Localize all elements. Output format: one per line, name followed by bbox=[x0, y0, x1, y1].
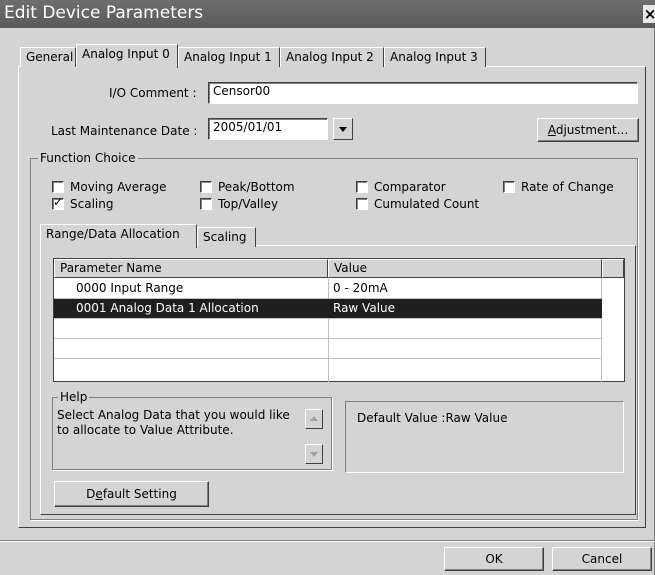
checkbox-box[interactable] bbox=[52, 181, 64, 193]
checkbox-box[interactable] bbox=[356, 181, 368, 193]
chevron-down-icon[interactable] bbox=[333, 118, 353, 140]
column-header-parameter-name[interactable]: Parameter Name bbox=[54, 259, 328, 278]
default-setting-accel: e bbox=[95, 487, 103, 501]
maintenance-date-field[interactable]: 2005/01/01 bbox=[208, 118, 328, 140]
help-label: Help bbox=[58, 390, 90, 404]
table-row[interactable] bbox=[54, 339, 602, 359]
peak-bottom-label: Peak/Bottom bbox=[218, 180, 295, 194]
scaling-label: Scaling bbox=[70, 197, 114, 211]
tab-general[interactable]: General bbox=[20, 47, 76, 67]
tab-analog-input-3[interactable]: Analog Input 3 bbox=[384, 47, 486, 67]
cancel-button[interactable]: Cancel bbox=[552, 547, 652, 571]
rate-of-change-label: Rate of Change bbox=[521, 180, 614, 194]
column-header-value[interactable]: Value bbox=[328, 259, 602, 278]
parameter-name-cell: 0000 Input Range bbox=[76, 281, 184, 295]
cumulated-count-checkbox[interactable]: Cumulated Count bbox=[356, 197, 479, 211]
adjustment-accel: A bbox=[547, 123, 556, 137]
scroll-up-icon[interactable] bbox=[305, 409, 323, 429]
comparator-label: Comparator bbox=[374, 180, 446, 194]
adjustment-label: djustment... bbox=[555, 123, 629, 137]
table-row[interactable]: 0001 Analog Data 1 Allocation Raw Value bbox=[54, 299, 602, 319]
table-row[interactable] bbox=[54, 319, 602, 339]
close-icon[interactable]: × bbox=[643, 5, 655, 23]
help-text-line-2: to allocate to Value Attribute. bbox=[57, 423, 234, 437]
checkbox-box[interactable] bbox=[200, 181, 212, 193]
edit-device-parameters-dialog: Edit Device Parameters × General Analog … bbox=[0, 0, 655, 575]
tab-analog-input-2[interactable]: Analog Input 2 bbox=[280, 47, 384, 67]
io-comment-input[interactable]: Censor00 bbox=[208, 82, 638, 104]
help-text-line-1: Select Analog Data that you would like bbox=[57, 408, 290, 422]
title-bar[interactable]: Edit Device Parameters × bbox=[0, 0, 655, 28]
checkbox-box[interactable] bbox=[503, 181, 515, 193]
tab-scaling[interactable]: Scaling bbox=[197, 227, 256, 247]
io-comment-label: I/O Comment : bbox=[109, 86, 197, 100]
rate-of-change-checkbox[interactable]: Rate of Change bbox=[503, 180, 614, 194]
checkbox-box[interactable] bbox=[356, 198, 368, 210]
tab-range-data-allocation[interactable]: Range/Data Allocation bbox=[40, 224, 197, 248]
tab-analog-input-0[interactable]: Analog Input 0 bbox=[76, 44, 178, 68]
column-header-filler bbox=[602, 259, 624, 278]
scroll-down-icon[interactable] bbox=[305, 444, 323, 464]
parameter-value-cell: Raw Value bbox=[333, 301, 396, 315]
maintenance-date-label: Last Maintenance Date : bbox=[51, 124, 198, 138]
window-title: Edit Device Parameters bbox=[4, 3, 204, 23]
peak-bottom-checkbox[interactable]: Peak/Bottom bbox=[200, 180, 295, 194]
footer-divider bbox=[0, 540, 655, 542]
scaling-checkbox[interactable]: Scaling bbox=[52, 195, 114, 211]
moving-average-label: Moving Average bbox=[70, 180, 167, 194]
parameter-grid[interactable]: Parameter Name Value 0000 Input Range 0 … bbox=[53, 258, 625, 383]
comparator-checkbox[interactable]: Comparator bbox=[356, 180, 446, 194]
adjustment-button[interactable]: Adjustment... bbox=[537, 118, 639, 142]
function-choice-label: Function Choice bbox=[38, 151, 138, 165]
top-valley-checkbox[interactable]: Top/Valley bbox=[200, 197, 278, 211]
table-row[interactable] bbox=[54, 359, 602, 379]
ok-button[interactable]: OK bbox=[444, 547, 544, 571]
parameter-name-cell: 0001 Analog Data 1 Allocation bbox=[76, 301, 259, 315]
default-setting-button[interactable]: Default Setting bbox=[54, 481, 209, 507]
check-icon[interactable] bbox=[52, 195, 64, 210]
default-setting-label: fault Setting bbox=[102, 487, 177, 501]
table-row[interactable]: 0000 Input Range 0 - 20mA bbox=[54, 279, 602, 299]
moving-average-checkbox[interactable]: Moving Average bbox=[52, 180, 166, 194]
checkbox-box[interactable] bbox=[200, 198, 212, 210]
parameter-value-cell: 0 - 20mA bbox=[333, 281, 388, 295]
cumulated-count-label: Cumulated Count bbox=[374, 197, 480, 211]
tab-analog-input-1[interactable]: Analog Input 1 bbox=[178, 47, 280, 67]
top-valley-label: Top/Valley bbox=[218, 197, 279, 211]
default-value-text: Default Value :Raw Value bbox=[357, 411, 508, 425]
